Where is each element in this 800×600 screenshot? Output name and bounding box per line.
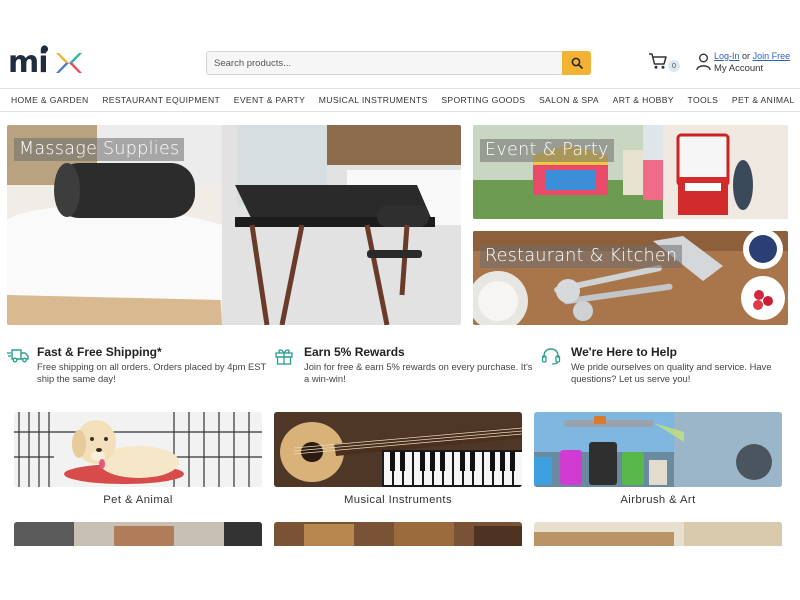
category-label-pet-animal[interactable]: Pet & Animal bbox=[14, 494, 262, 506]
nav-item-art-hobby[interactable]: ART & HOBBY bbox=[613, 95, 674, 105]
category-row2-image-2 bbox=[274, 522, 522, 546]
category-tile-row2-3[interactable] bbox=[534, 522, 782, 546]
nav-item-home-garden[interactable]: HOME & GARDEN bbox=[11, 95, 89, 105]
mix-logo[interactable]: mi bbox=[8, 43, 84, 79]
category-tile-row2-2[interactable] bbox=[274, 522, 522, 546]
airbrush-art-image bbox=[534, 412, 782, 487]
truck-icon bbox=[7, 349, 29, 363]
hero-restaurant-kitchen[interactable]: Restaurant & Kitchen bbox=[473, 231, 788, 325]
hero-event-party[interactable]: Event & Party bbox=[473, 125, 788, 219]
cart-button[interactable]: 0 bbox=[648, 52, 684, 76]
nav-item-sporting-goods[interactable]: SPORTING GOODS bbox=[441, 95, 525, 105]
category-label-musical-instruments[interactable]: Musical Instruments bbox=[274, 494, 522, 506]
musical-instruments-image bbox=[274, 412, 522, 487]
search-bar bbox=[206, 51, 591, 75]
user-icon bbox=[696, 53, 711, 71]
site-header: mi 0 Log-In bbox=[0, 40, 800, 86]
feature-help-title: We're Here to Help bbox=[571, 345, 677, 359]
category-tile-row2-1[interactable] bbox=[14, 522, 262, 546]
login-link[interactable]: Log-In bbox=[714, 51, 740, 61]
pet-animal-image bbox=[14, 412, 262, 487]
account-area: Log-In or Join Free My Account bbox=[696, 51, 796, 77]
gift-icon bbox=[275, 349, 293, 365]
nav-item-musical-instruments[interactable]: MUSICAL INSTRUMENTS bbox=[319, 95, 428, 105]
hero-restaurant-label: Restaurant & Kitchen bbox=[480, 245, 683, 268]
hero-event-label: Event & Party bbox=[480, 139, 614, 162]
category-tile-pet-animal[interactable] bbox=[14, 412, 262, 487]
category-row2-image-3 bbox=[534, 522, 782, 546]
nav-item-event-party[interactable]: EVENT & PARTY bbox=[234, 95, 305, 105]
auth-links: Log-In or Join Free bbox=[714, 51, 790, 61]
cart-count-badge: 0 bbox=[668, 60, 680, 72]
feature-shipping-title: Fast & Free Shipping* bbox=[37, 345, 162, 359]
category-tile-airbrush-art[interactable] bbox=[534, 412, 782, 487]
feature-shipping-text: Free shipping on all orders. Orders plac… bbox=[37, 361, 267, 384]
search-input[interactable] bbox=[206, 51, 562, 75]
hero-massage-label: Massage Supplies bbox=[14, 138, 185, 161]
category-label-airbrush-art[interactable]: Airbrush & Art bbox=[534, 494, 782, 506]
cart-icon bbox=[649, 53, 667, 69]
headset-icon bbox=[541, 348, 561, 365]
search-icon bbox=[571, 57, 583, 69]
feature-help-text: We pride ourselves on quality and servic… bbox=[571, 361, 772, 384]
or-text: or bbox=[742, 51, 751, 61]
category-row2-image-1 bbox=[14, 522, 262, 546]
feature-rewards-text: Join for free & earn 5% rewards on every… bbox=[304, 361, 533, 384]
my-account-link[interactable]: My Account bbox=[714, 63, 763, 74]
search-button[interactable] bbox=[562, 51, 591, 75]
category-nav: HOME & GARDEN RESTAURANT EQUIPMENT EVENT… bbox=[0, 88, 800, 112]
nav-item-tools[interactable]: TOOLS bbox=[688, 95, 719, 105]
nav-item-salon-spa[interactable]: SALON & SPA bbox=[539, 95, 599, 105]
category-tile-musical-instruments[interactable] bbox=[274, 412, 522, 487]
nav-item-restaurant-equipment[interactable]: RESTAURANT EQUIPMENT bbox=[102, 95, 220, 105]
join-link[interactable]: Join Free bbox=[753, 51, 791, 61]
nav-item-pet-animal[interactable]: PET & ANIMAL bbox=[732, 95, 795, 105]
feature-rewards-title: Earn 5% Rewards bbox=[304, 345, 405, 359]
hero-massage-supplies[interactable]: Massage Supplies bbox=[7, 125, 461, 325]
